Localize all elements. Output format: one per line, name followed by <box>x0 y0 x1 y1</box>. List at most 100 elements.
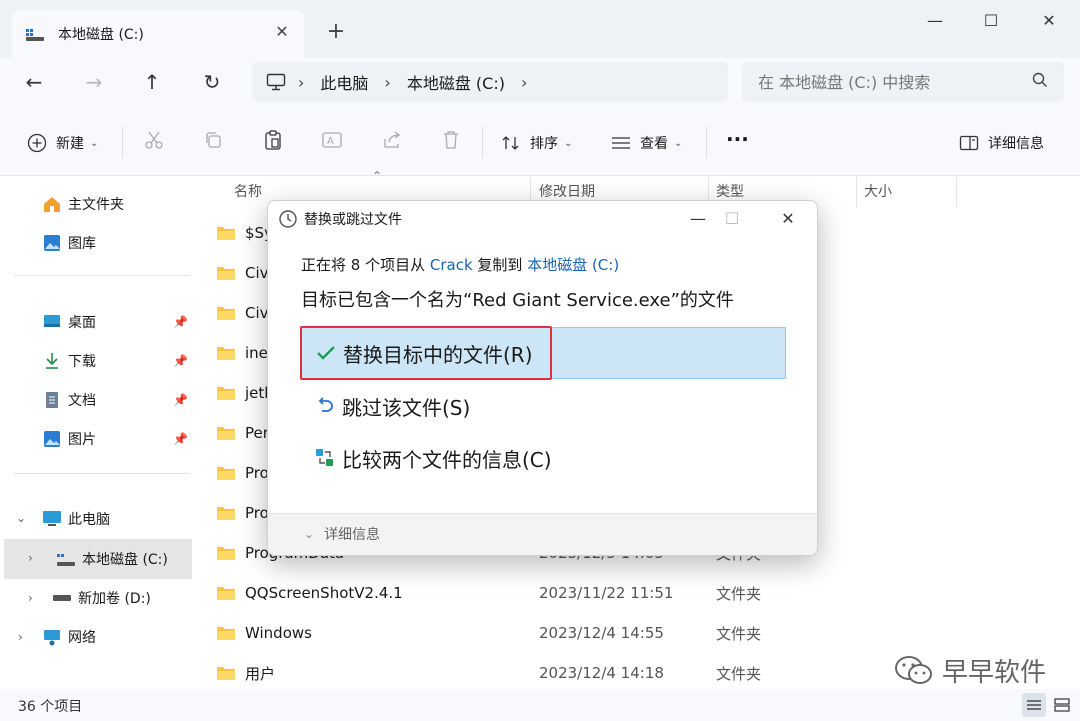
sidebar-item-network[interactable]: › 网络 <box>0 618 194 656</box>
svg-text:A: A <box>327 136 334 147</box>
column-header-size[interactable]: 大小 <box>864 177 892 207</box>
dialog-title-bar[interactable]: 替换或跳过文件 — ☐ ✕ <box>268 201 817 237</box>
tab-close-icon[interactable]: ✕ <box>272 22 292 42</box>
breadcrumb-separator[interactable]: › <box>521 73 527 92</box>
toolbar-divider <box>706 126 707 158</box>
sidebar-item-home[interactable]: 主文件夹 <box>0 185 194 223</box>
breadcrumb-separator: › <box>384 72 391 92</box>
sidebar-divider <box>14 275 190 276</box>
list-view-icon <box>610 132 632 154</box>
delete-icon[interactable] <box>439 128 463 152</box>
dialog-footer: ⌄ 详细信息 <box>268 513 817 555</box>
compare-option[interactable]: 比较两个文件的信息(C) <box>300 432 786 484</box>
source-folder-link[interactable]: Crack <box>430 256 473 274</box>
document-icon <box>42 390 62 410</box>
column-header-name[interactable]: 名称 <box>234 177 262 207</box>
compare-option-label: 比较两个文件的信息(C) <box>342 447 552 472</box>
column-divider[interactable] <box>856 177 857 207</box>
column-divider[interactable] <box>956 177 957 207</box>
chevron-down-icon: ⌄ <box>90 137 99 149</box>
dialog-maximize-button: ☐ <box>724 209 740 228</box>
monitor-icon <box>266 73 286 91</box>
new-button[interactable]: 新建 ⌄ <box>26 128 98 158</box>
chevron-right-icon[interactable]: › <box>28 591 33 605</box>
tiles-view-icon[interactable] <box>1050 693 1074 717</box>
folder-icon <box>216 425 236 441</box>
search-input[interactable] <box>742 62 1064 102</box>
dialog-minimize-button[interactable]: — <box>680 205 716 233</box>
rename-icon[interactable]: A <box>320 128 344 152</box>
sidebar-item-pictures[interactable]: 图片 📌 <box>0 420 194 458</box>
folder-icon <box>216 505 236 521</box>
drive-icon <box>52 588 72 608</box>
sidebar-divider <box>14 473 190 474</box>
navigation-pane: 主文件夹 图库 桌面 📌 下载 📌 文档 📌 图片 📌 ⌄ 此电脑 › 本地磁盘… <box>0 177 196 689</box>
conflict-message: 目标已包含一个名为“Red Giant Service.exe”的文件 <box>301 290 734 311</box>
desktop-icon <box>42 312 62 332</box>
chevron-down-icon: ⌄ <box>674 137 683 149</box>
search-icon[interactable] <box>1032 72 1050 90</box>
sidebar-item-new-volume[interactable]: › 新加卷 (D:) <box>0 579 194 617</box>
file-name: Civ <box>245 304 269 322</box>
pin-icon[interactable]: 📌 <box>173 315 188 329</box>
folder-icon <box>216 625 236 641</box>
view-button[interactable]: 查看 ⌄ <box>610 128 682 158</box>
cut-icon[interactable] <box>142 128 166 152</box>
details-view-icon[interactable] <box>1022 693 1046 717</box>
sidebar-item-gallery[interactable]: 图库 <box>0 224 194 262</box>
compare-icon <box>312 445 338 471</box>
tab-local-disk[interactable]: 本地磁盘 (C:) ✕ <box>12 10 304 58</box>
download-icon <box>42 351 62 371</box>
skip-option[interactable]: 跳过该文件(S) <box>300 380 786 432</box>
address-bar[interactable]: › 此电脑 › 本地磁盘 (C:) › <box>252 62 728 102</box>
breadcrumb-local-disk[interactable]: 本地磁盘 (C:) <box>407 70 505 94</box>
back-button[interactable]: ← <box>16 66 52 98</box>
pin-icon[interactable]: 📌 <box>173 432 188 446</box>
dialog-close-button[interactable]: ✕ <box>770 205 806 233</box>
folder-icon <box>216 545 236 561</box>
copy-icon[interactable] <box>201 128 225 152</box>
skip-arrow-icon <box>312 393 338 419</box>
details-pane-button[interactable]: 详细信息 <box>958 128 1044 158</box>
message-middle: 复制到 <box>472 256 528 274</box>
sort-button[interactable]: 排序 ⌄ <box>500 128 572 158</box>
sidebar-item-downloads[interactable]: 下载 📌 <box>0 342 194 380</box>
more-options-button[interactable]: ··· <box>726 124 749 154</box>
chevron-right-icon[interactable]: › <box>18 630 23 644</box>
sidebar-item-local-disk[interactable]: › 本地磁盘 (C:) <box>4 539 192 579</box>
file-type: 文件夹 <box>716 624 762 643</box>
chevron-right-icon[interactable]: › <box>28 551 33 565</box>
sidebar-item-label: 此电脑 <box>68 512 110 528</box>
sidebar-item-this-pc[interactable]: 此电脑 <box>0 500 194 538</box>
up-button[interactable]: ↑ <box>134 66 170 98</box>
sort-label: 排序 <box>530 136 558 152</box>
sidebar-item-label: 本地磁盘 (C:) <box>82 552 168 568</box>
pin-icon[interactable]: 📌 <box>173 354 188 368</box>
more-details-toggle[interactable]: ⌄ 详细信息 <box>304 524 380 544</box>
file-name: Pro <box>245 464 269 482</box>
share-icon[interactable] <box>380 128 404 152</box>
details-pane-icon <box>958 132 980 154</box>
folder-icon <box>216 665 236 681</box>
new-label: 新建 <box>56 136 84 152</box>
paste-icon[interactable] <box>261 128 285 152</box>
pin-icon[interactable]: 📌 <box>173 393 188 407</box>
minimize-button[interactable]: — <box>912 6 958 36</box>
file-row[interactable]: Windows 2023/12/4 14:55 文件夹 <box>216 613 1056 653</box>
wechat-logo-icon <box>894 654 934 688</box>
home-icon <box>42 194 62 214</box>
dialog-title: 替换或跳过文件 <box>304 212 402 228</box>
sidebar-item-label: 新加卷 (D:) <box>78 591 151 607</box>
sidebar-item-documents[interactable]: 文档 📌 <box>0 381 194 419</box>
breadcrumb-this-pc[interactable]: 此电脑 <box>320 70 368 94</box>
new-tab-button[interactable]: + <box>322 18 350 46</box>
maximize-button[interactable]: ☐ <box>968 6 1014 36</box>
picture-icon <box>42 429 62 449</box>
sidebar-item-desktop[interactable]: 桌面 📌 <box>0 303 194 341</box>
forward-button[interactable]: → <box>76 66 112 98</box>
refresh-button[interactable]: ↻ <box>194 66 230 98</box>
file-row[interactable]: QQScreenShotV2.4.1 2023/11/22 11:51 文件夹 <box>216 573 1056 613</box>
chevron-down-icon: ⌄ <box>564 137 573 149</box>
destination-folder-link[interactable]: 本地磁盘 (C:) <box>527 256 619 274</box>
close-button[interactable]: ✕ <box>1026 6 1072 36</box>
